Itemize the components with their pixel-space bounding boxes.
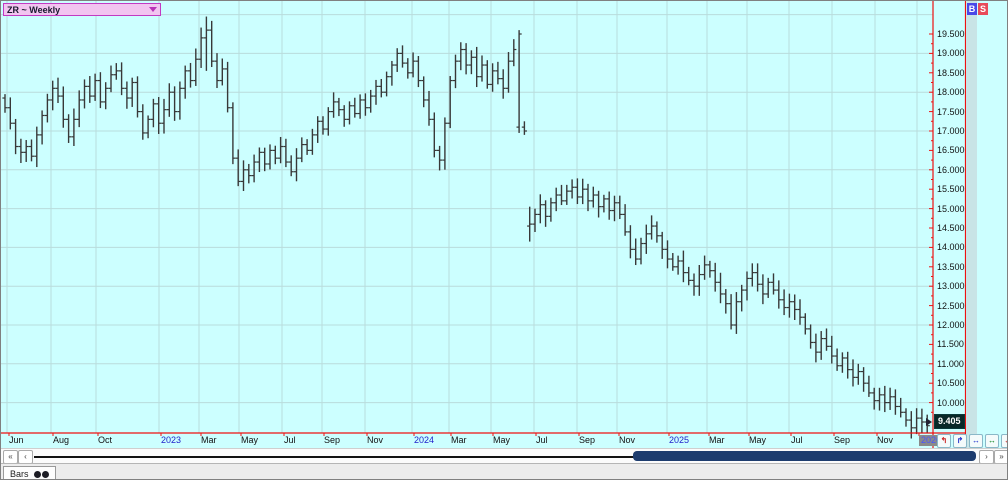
price-axis-label: 12.000 [937,320,967,330]
expand-scale-green-button[interactable]: ↔ [985,434,999,448]
price-axis-label: 11.500 [937,339,967,349]
symbol-period-label: ZR ~ Weekly [4,5,149,15]
expand-scale-red-button[interactable]: ↔ [1001,434,1008,448]
x-axis-month-label: Jul [536,435,548,446]
x-axis-month-label: Mar [709,435,725,446]
x-axis-month-label: Nov [367,435,383,446]
price-axis-label: 18.500 [937,68,967,78]
price-chart-canvas[interactable] [1,1,1008,449]
symbol-period-dropdown[interactable]: ZR ~ Weekly [3,3,161,16]
x-axis-month-label: Jul [791,435,803,446]
x-axis-month-label: Sep [834,435,850,446]
undo-scale-button[interactable]: ↰ [937,434,951,448]
price-axis-label: 17.500 [937,107,967,117]
x-axis-year-label: 2024 [414,435,434,446]
price-axis-label: 15.000 [937,204,967,214]
buy-button[interactable]: B [967,3,977,15]
scroll-far-right-button[interactable]: » [994,450,1008,464]
expand-scale-blue-button[interactable]: ↔ [969,434,983,448]
axis-toolbar: ↰↱↔↔↔ [937,434,1008,448]
x-axis-month-label: Mar [201,435,217,446]
tab-bars-label: Bars [10,469,29,479]
price-axis-label: 15.500 [937,184,967,194]
price-axis-label: 14.000 [937,242,967,252]
tab-bars[interactable]: Bars [3,466,56,480]
redo-scale-button[interactable]: ↱ [953,434,967,448]
chart-window: ZR ~ Weekly B S 19.500 19.000 18.500 18.000… [0,0,1008,480]
sell-button[interactable]: S [978,3,988,15]
price-axis-label: 10.000 [937,398,967,408]
scroll-right-button[interactable]: › [979,450,994,464]
chart-dot-icon [42,471,49,478]
price-axis-label: 11.000 [937,359,967,369]
x-axis-month-label: Oct [98,435,112,446]
scroll-far-left-button[interactable]: « [3,450,18,464]
price-axis-label: 12.500 [937,301,967,311]
trade-button-group: B S [967,3,988,15]
x-axis-month-label: Nov [877,435,893,446]
last-price-arrow-icon [926,418,932,426]
x-axis-year-label: 2023 [161,435,181,446]
scrollbar-track[interactable] [34,456,634,458]
last-price-tag: 9.405 [934,414,965,429]
price-axis-label: 16.000 [937,165,967,175]
price-axis-label: 10.500 [937,378,967,388]
chart-dot-icon [34,471,41,478]
ohlc-bars [2,17,929,439]
scrollbar-thumb[interactable] [633,451,976,461]
x-axis-month-label: May [241,435,258,446]
x-axis-month-label: Sep [579,435,595,446]
x-axis-month-label: Jul [284,435,296,446]
price-axis-label: 19.000 [937,48,967,58]
price-axis-label: 18.000 [937,87,967,97]
price-axis-label: 17.000 [937,126,967,136]
price-axis-label: 19.500 [937,29,967,39]
bottom-tab-bar: Bars [1,463,1008,480]
chart-scrollbar: « ‹ › » [1,448,1008,464]
right-margin-strip [966,1,977,448]
x-axis-month-label: May [749,435,766,446]
x-axis-month-label: Mar [451,435,467,446]
scroll-left-button[interactable]: ‹ [18,450,33,464]
x-axis-month-label: May [493,435,510,446]
price-axis-label: 13.500 [937,262,967,272]
x-axis-month-label: Aug [53,435,69,446]
x-axis-year-label: 2025 [669,435,689,446]
x-axis-month-label: Nov [619,435,635,446]
chevron-down-icon [149,7,157,12]
price-axis-label: 14.500 [937,223,967,233]
price-axis-label: 13.000 [937,281,967,291]
x-axis-month-label: Sep [324,435,340,446]
price-axis-label: 16.500 [937,145,967,155]
x-axis-month-label: Jun [9,435,24,446]
